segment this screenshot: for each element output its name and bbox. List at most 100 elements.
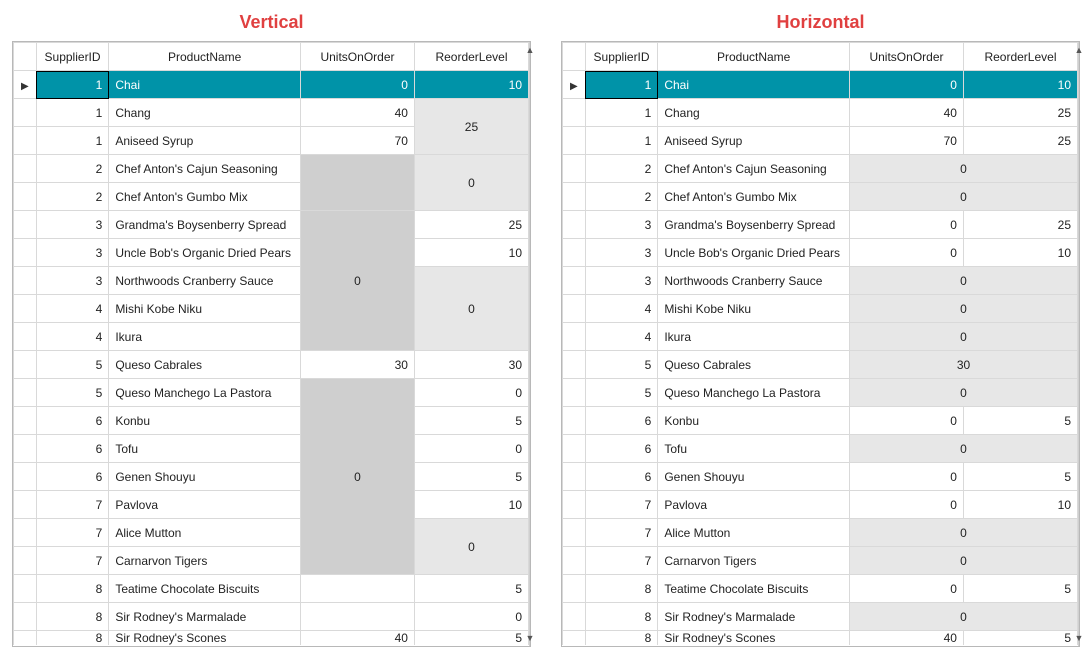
table-row[interactable]: ▶1Chai010 bbox=[563, 71, 1078, 99]
cell-reorder[interactable]: 10 bbox=[963, 491, 1077, 519]
cell-supplier[interactable]: 3 bbox=[585, 211, 658, 239]
cell-reorder[interactable]: 5 bbox=[963, 631, 1077, 646]
table-row[interactable]: 6 Konbu 5 bbox=[14, 407, 529, 435]
cell-product[interactable]: Sir Rodney's Scones bbox=[109, 631, 301, 646]
cell-product[interactable]: Carnarvon Tigers bbox=[658, 547, 850, 575]
table-row[interactable]: 4Mishi Kobe Niku0 bbox=[563, 295, 1078, 323]
cell-reorder[interactable]: 5 bbox=[414, 407, 528, 435]
col-supplier[interactable]: SupplierID bbox=[585, 43, 658, 71]
cell-reorder[interactable]: 5 bbox=[963, 407, 1077, 435]
table-row[interactable]: 5 Queso Manchego La Pastora 0 0 bbox=[14, 379, 529, 407]
cell-product[interactable]: Northwoods Cranberry Sauce bbox=[109, 267, 301, 295]
table-row[interactable]: 3Northwoods Cranberry Sauce0 bbox=[563, 267, 1078, 295]
cell-product[interactable]: Tofu bbox=[658, 435, 850, 463]
cell-supplier[interactable]: 3 bbox=[36, 239, 109, 267]
cell-reorder[interactable]: 5 bbox=[414, 575, 528, 603]
col-units[interactable]: UnitsOnOrder bbox=[301, 43, 415, 71]
cell-reorder[interactable]: 10 bbox=[414, 239, 528, 267]
cell-supplier[interactable]: 8 bbox=[36, 575, 109, 603]
merged-cell-reorder[interactable]: 0 bbox=[414, 519, 528, 575]
table-row[interactable]: 2Chef Anton's Gumbo Mix0 bbox=[563, 183, 1078, 211]
merged-cell-units-reorder[interactable]: 0 bbox=[850, 323, 1078, 351]
merged-cell-units-reorder[interactable]: 0 bbox=[850, 295, 1078, 323]
cell-units[interactable]: 0 bbox=[850, 491, 964, 519]
cell-supplier[interactable]: 6 bbox=[36, 435, 109, 463]
cell-supplier[interactable]: 7 bbox=[585, 547, 658, 575]
cell-units[interactable]: 70 bbox=[301, 127, 415, 155]
cell-product[interactable]: Queso Manchego La Pastora bbox=[658, 379, 850, 407]
cell-product[interactable]: Chai bbox=[109, 71, 301, 99]
cell-supplier[interactable]: 4 bbox=[36, 323, 109, 351]
cell-reorder[interactable]: 10 bbox=[963, 71, 1077, 99]
cell-product[interactable]: Sir Rodney's Marmalade bbox=[109, 603, 301, 631]
table-row[interactable]: 8 Sir Rodney's Scones 40 5 bbox=[14, 631, 529, 646]
cell-supplier[interactable]: 1 bbox=[585, 71, 658, 99]
cell-product[interactable]: Northwoods Cranberry Sauce bbox=[658, 267, 850, 295]
cell-units[interactable]: 30 bbox=[301, 351, 415, 379]
cell-product[interactable]: Uncle Bob's Organic Dried Pears bbox=[109, 239, 301, 267]
cell-supplier[interactable]: 7 bbox=[36, 519, 109, 547]
table-row[interactable]: 6Tofu0 bbox=[563, 435, 1078, 463]
cell-product[interactable]: Carnarvon Tigers bbox=[109, 547, 301, 575]
cell-supplier[interactable]: 2 bbox=[585, 155, 658, 183]
cell-reorder[interactable]: 10 bbox=[414, 491, 528, 519]
cell-supplier[interactable]: 8 bbox=[585, 631, 658, 646]
cell-product[interactable]: Chai bbox=[658, 71, 850, 99]
merged-cell-units-reorder[interactable]: 0 bbox=[850, 155, 1078, 183]
vertical-scrollbar[interactable]: ▲ ▼ bbox=[529, 42, 530, 646]
cell-product[interactable]: Ikura bbox=[109, 323, 301, 351]
cell-units[interactable]: 0 bbox=[850, 211, 964, 239]
cell-supplier[interactable]: 5 bbox=[585, 351, 658, 379]
cell-supplier[interactable]: 1 bbox=[36, 127, 109, 155]
table-row[interactable]: 3 Grandma's Boysenberry Spread 0 25 bbox=[14, 211, 529, 239]
merged-cell-units-reorder[interactable]: 0 bbox=[850, 379, 1078, 407]
table-row[interactable]: 2 Chef Anton's Cajun Seasoning 0 bbox=[14, 155, 529, 183]
table-row[interactable]: 6Genen Shouyu05 bbox=[563, 463, 1078, 491]
cell-units[interactable]: 40 bbox=[301, 631, 415, 646]
cell-supplier[interactable]: 3 bbox=[36, 211, 109, 239]
cell-units[interactable]: 0 bbox=[301, 71, 415, 99]
cell-product[interactable]: Alice Mutton bbox=[109, 519, 301, 547]
cell-supplier[interactable]: 1 bbox=[36, 99, 109, 127]
cell-product[interactable]: Queso Cabrales bbox=[658, 351, 850, 379]
cell-supplier[interactable]: 3 bbox=[585, 267, 658, 295]
merged-cell-units[interactable]: 0 bbox=[301, 211, 415, 351]
table-row[interactable]: 7Pavlova010 bbox=[563, 491, 1078, 519]
cell-units[interactable]: 0 bbox=[850, 575, 964, 603]
cell-supplier[interactable]: 2 bbox=[36, 183, 109, 211]
col-product[interactable]: ProductName bbox=[658, 43, 850, 71]
cell-product[interactable]: Grandma's Boysenberry Spread bbox=[109, 211, 301, 239]
cell-product[interactable]: Pavlova bbox=[658, 491, 850, 519]
table-row[interactable]: 5Queso Manchego La Pastora0 bbox=[563, 379, 1078, 407]
merged-cell-reorder[interactable]: 0 bbox=[414, 267, 528, 351]
cell-product[interactable]: Sir Rodney's Marmalade bbox=[658, 603, 850, 631]
cell-supplier[interactable]: 2 bbox=[36, 155, 109, 183]
cell-product[interactable]: Konbu bbox=[658, 407, 850, 435]
cell-product[interactable]: Tofu bbox=[109, 435, 301, 463]
table-row[interactable]: 7 Alice Mutton 0 bbox=[14, 519, 529, 547]
cell-reorder[interactable]: 10 bbox=[414, 71, 528, 99]
cell-product[interactable]: Mishi Kobe Niku bbox=[109, 295, 301, 323]
cell-supplier[interactable]: 7 bbox=[36, 547, 109, 575]
cell-units[interactable]: 0 bbox=[850, 71, 964, 99]
col-units[interactable]: UnitsOnOrder bbox=[850, 43, 964, 71]
table-row[interactable]: 4Ikura0 bbox=[563, 323, 1078, 351]
cell-supplier[interactable]: 2 bbox=[585, 183, 658, 211]
table-row[interactable]: 2Chef Anton's Cajun Seasoning0 bbox=[563, 155, 1078, 183]
cell-units[interactable] bbox=[301, 603, 415, 631]
cell-supplier[interactable]: 6 bbox=[585, 435, 658, 463]
cell-product[interactable]: Queso Cabrales bbox=[109, 351, 301, 379]
cell-product[interactable]: Genen Shouyu bbox=[109, 463, 301, 491]
cell-product[interactable]: Konbu bbox=[109, 407, 301, 435]
table-row[interactable]: 6 Genen Shouyu 5 bbox=[14, 463, 529, 491]
cell-supplier[interactable]: 3 bbox=[36, 267, 109, 295]
cell-product[interactable]: Chef Anton's Gumbo Mix bbox=[658, 183, 850, 211]
cell-reorder[interactable]: 5 bbox=[963, 575, 1077, 603]
cell-units[interactable]: 0 bbox=[850, 407, 964, 435]
cell-supplier[interactable]: 8 bbox=[585, 575, 658, 603]
table-row[interactable]: 1Aniseed Syrup7025 bbox=[563, 127, 1078, 155]
cell-reorder[interactable]: 25 bbox=[963, 127, 1077, 155]
col-supplier[interactable]: SupplierID bbox=[36, 43, 109, 71]
table-row[interactable]: 5Queso Cabrales30 bbox=[563, 351, 1078, 379]
col-product[interactable]: ProductName bbox=[109, 43, 301, 71]
